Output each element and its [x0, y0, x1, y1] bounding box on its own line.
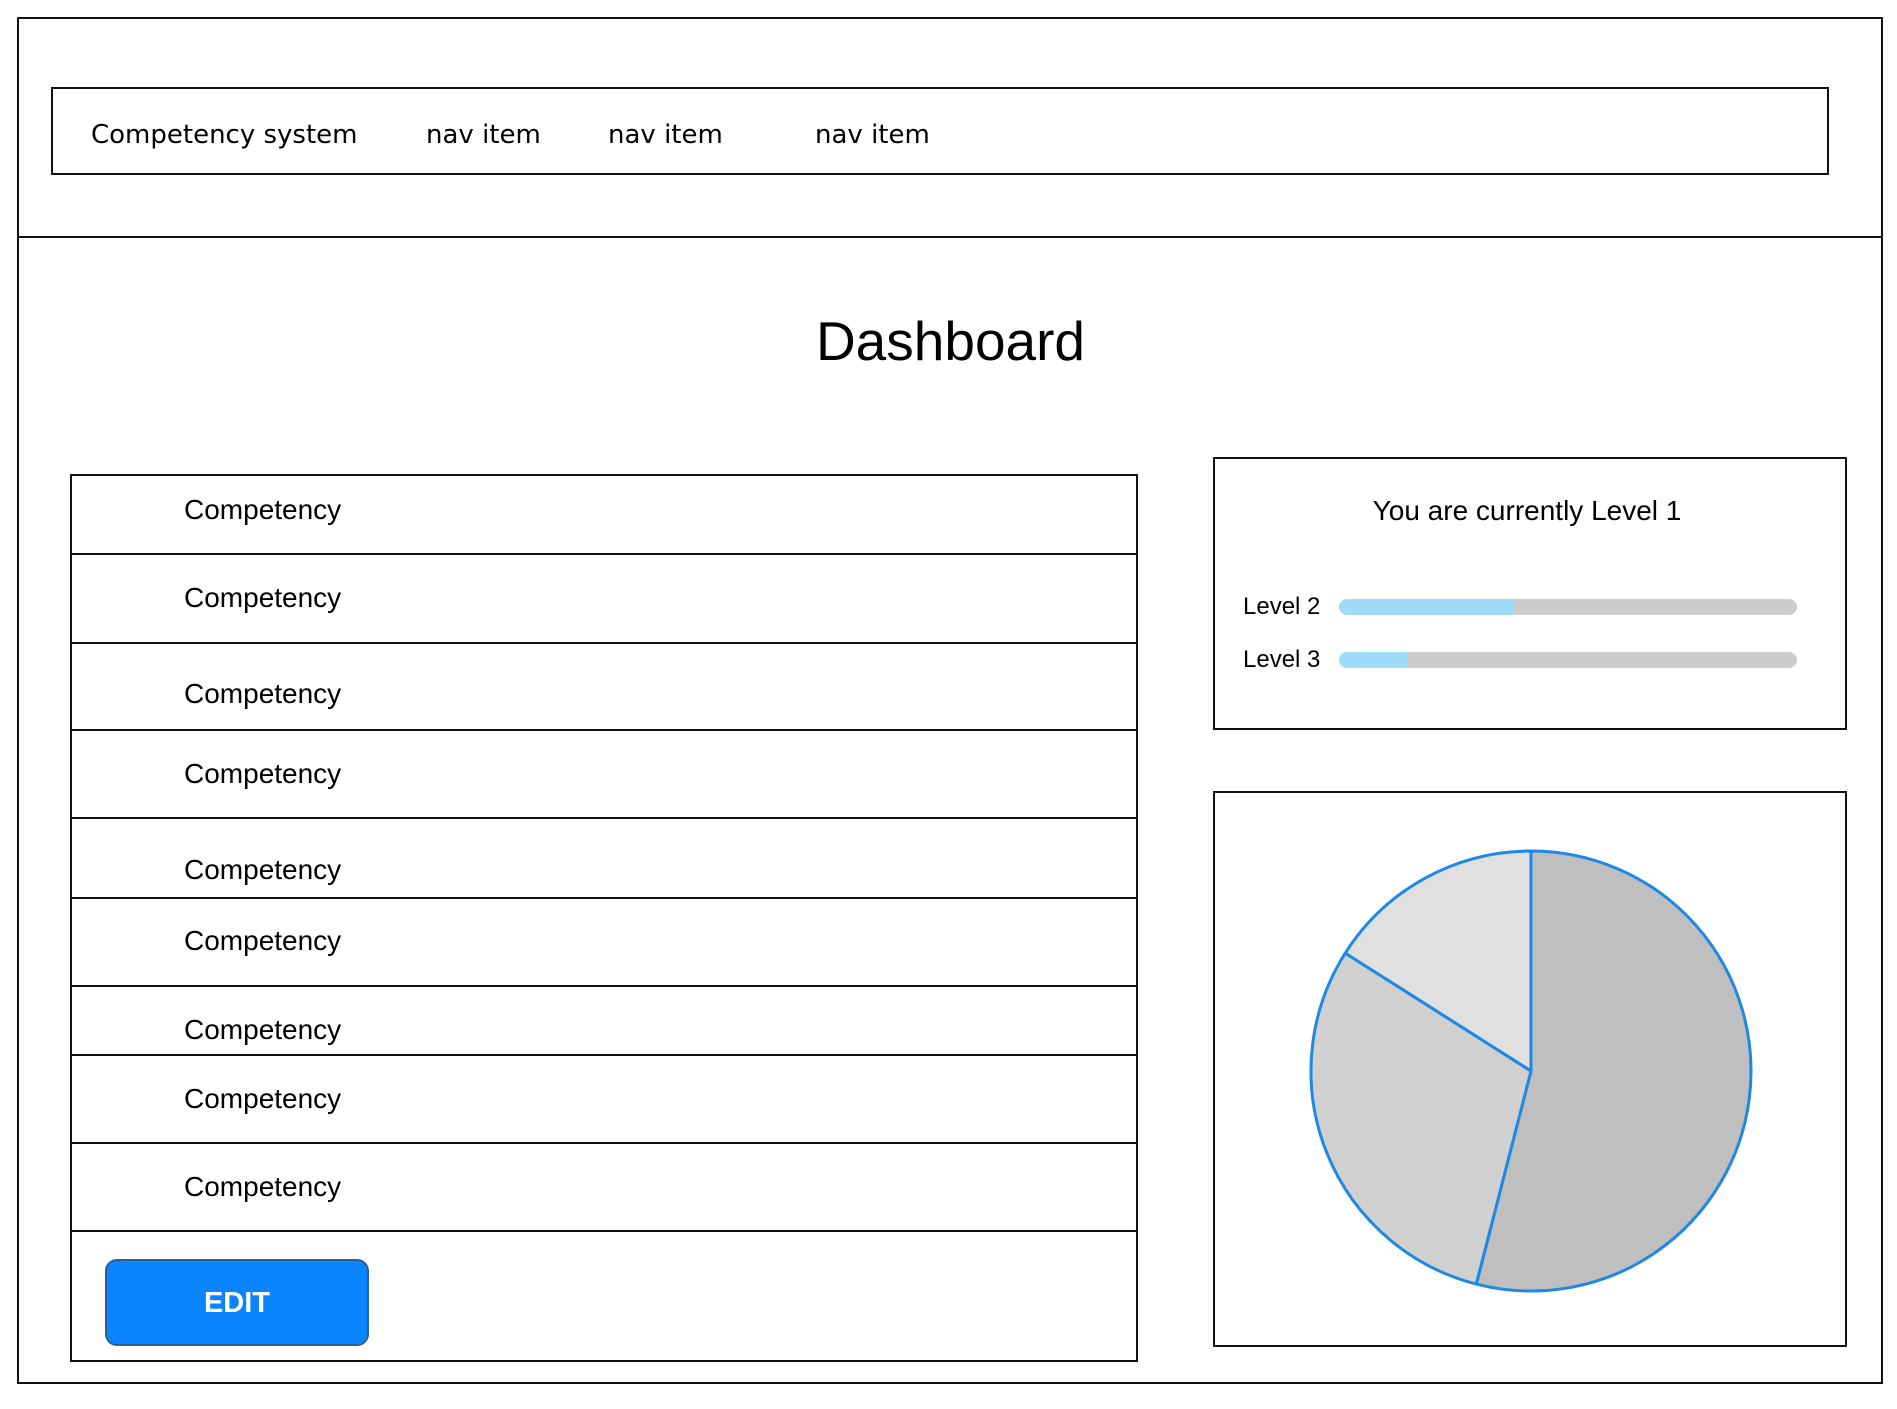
edit-button[interactable]: EDIT	[105, 1259, 369, 1346]
row-divider	[72, 817, 1136, 819]
row-divider	[72, 1142, 1136, 1144]
row-divider	[72, 1054, 1136, 1056]
brand-title[interactable]: Competency system	[91, 120, 358, 150]
competency-item[interactable]: Competency	[184, 854, 341, 886]
row-divider	[72, 985, 1136, 987]
top-navbar: Competency system nav item nav item nav …	[51, 87, 1829, 175]
competency-item[interactable]: Competency	[184, 1014, 341, 1046]
competency-item[interactable]: Competency	[184, 925, 341, 957]
level-3-label: Level 3	[1243, 646, 1321, 673]
level-2-progress-bar	[1339, 599, 1797, 615]
row-divider	[72, 729, 1136, 731]
nav-item-3[interactable]: nav item	[815, 120, 930, 150]
level-3-progress-bar	[1339, 652, 1797, 668]
competency-item[interactable]: Competency	[184, 758, 341, 790]
row-divider	[72, 897, 1136, 899]
current-level-text: You are currently Level 1	[1372, 495, 1682, 526]
competency-item[interactable]: Competency	[184, 1171, 341, 1203]
level-3-progress-fill	[1339, 652, 1408, 668]
competency-item[interactable]: Competency	[184, 494, 341, 526]
row-divider	[72, 553, 1136, 555]
nav-item-2[interactable]: nav item	[608, 120, 723, 150]
competency-item[interactable]: Competency	[184, 582, 341, 614]
level-card: You are currently Level 1 Level 2 Level …	[1213, 457, 1847, 730]
level-2-label: Level 2	[1243, 593, 1321, 620]
row-divider	[72, 1230, 1136, 1232]
pie-chart-card	[1213, 791, 1847, 1347]
page-title: Dashboard	[815, 310, 1086, 372]
row-divider	[72, 642, 1136, 644]
competency-item[interactable]: Competency	[184, 678, 341, 710]
level-2-progress-fill	[1339, 599, 1514, 615]
header-divider	[17, 236, 1883, 238]
competency-item[interactable]: Competency	[184, 1083, 341, 1115]
nav-item-1[interactable]: nav item	[426, 120, 541, 150]
competency-list: Competency Competency Competency Compete…	[70, 474, 1138, 1362]
pie-chart	[1309, 849, 1753, 1293]
